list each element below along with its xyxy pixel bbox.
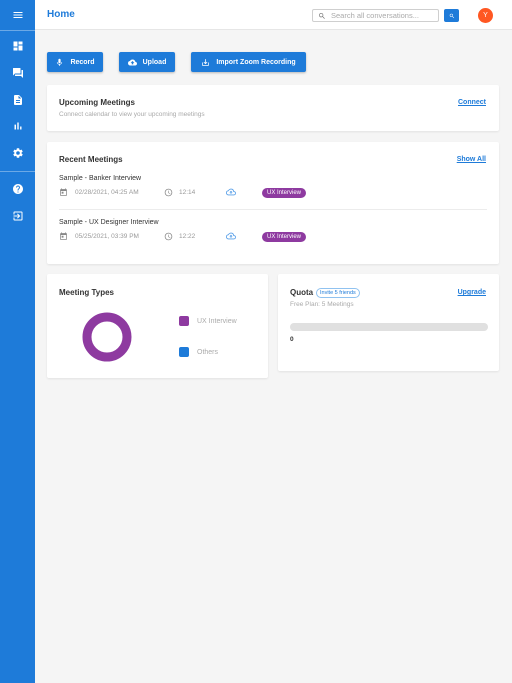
donut-slice-ux-interview (82, 312, 132, 362)
sidebar-item-documents[interactable] (0, 88, 35, 112)
quota-used-count: 0 (290, 336, 294, 343)
settings-icon (12, 148, 23, 158)
upgrade-link[interactable]: Upgrade (458, 289, 486, 296)
quota-title: Quota (290, 288, 314, 297)
sidebar-item-conversations[interactable] (0, 61, 35, 85)
upcoming-subtitle: Connect calendar to view your upcoming m… (59, 111, 205, 118)
invite-friends-badge[interactable]: Invite 5 friends (316, 288, 360, 298)
quota-plan: Free Plan: 5 Meetings (290, 301, 354, 308)
search-button[interactable] (444, 9, 459, 22)
meeting-date: 02/28/2021, 04:25 AM (75, 189, 139, 196)
chat-icon (12, 68, 23, 78)
document-icon (13, 95, 22, 105)
meeting-types-card: Meeting Types UX Interview Others (47, 274, 268, 378)
meeting-row[interactable]: Sample - UX Designer Interview 05/25/202… (59, 219, 487, 259)
recent-title: Recent Meetings (59, 155, 123, 164)
upcoming-title: Upcoming Meetings (59, 98, 136, 107)
legend-swatch-ux-interview (179, 316, 189, 326)
quota-progress-bar (290, 323, 488, 331)
cloud-upload-icon[interactable] (226, 231, 236, 241)
search-icon (319, 12, 325, 19)
sidebar (0, 0, 35, 683)
recent-meetings-card: Recent Meetings Show All Sample - Banker… (47, 142, 499, 264)
upload-label: Upload (142, 58, 167, 66)
meeting-types-donut (82, 312, 132, 362)
meeting-name: Sample - Banker Interview (59, 175, 142, 182)
microphone-icon (57, 58, 63, 66)
import-zoom-label: Import Zoom Recording (216, 58, 296, 66)
meeting-duration: 12:14 (179, 189, 196, 196)
meeting-duration: 12:22 (179, 233, 196, 240)
sidebar-divider (0, 171, 35, 172)
top-bar: Home Y (35, 0, 512, 30)
upcoming-meetings-card: Upcoming Meetings Connect calendar to vi… (47, 85, 499, 131)
download-icon (202, 58, 210, 66)
sidebar-item-analytics[interactable] (0, 114, 35, 138)
sidebar-item-logout[interactable] (0, 204, 35, 228)
dashboard-icon (13, 41, 22, 51)
quota-card: Quota Invite 5 friends Free Plan: 5 Meet… (278, 274, 499, 371)
sidebar-item-settings[interactable] (0, 141, 35, 165)
legend-label: Others (197, 349, 219, 356)
page-title: Home (47, 9, 75, 20)
clock-icon (164, 232, 173, 241)
connect-link[interactable]: Connect (458, 99, 486, 106)
sidebar-item-help[interactable] (0, 177, 35, 201)
upload-button[interactable]: Upload (119, 52, 175, 72)
meeting-tag: UX Interview (262, 188, 307, 198)
menu-button[interactable] (0, 3, 35, 27)
avatar[interactable]: Y (478, 8, 493, 23)
meeting-name: Sample - UX Designer Interview (59, 219, 159, 226)
meeting-types-title: Meeting Types (59, 288, 114, 297)
search-icon (449, 13, 454, 18)
record-button[interactable]: Record (47, 52, 103, 72)
meeting-date: 05/25/2021, 03:39 PM (75, 233, 139, 240)
cloud-upload-icon (127, 59, 137, 65)
menu-icon (13, 12, 22, 18)
search-input[interactable] (331, 11, 436, 20)
calendar-icon (60, 232, 67, 240)
help-icon (12, 184, 23, 194)
search-box (312, 9, 439, 22)
record-label: Record (70, 58, 95, 66)
meeting-tag: UX Interview (262, 232, 307, 242)
legend-label: UX Interview (197, 318, 237, 325)
cloud-upload-icon[interactable] (226, 187, 236, 197)
row-divider (59, 209, 487, 210)
bar-chart-icon (14, 122, 21, 130)
import-zoom-button[interactable]: Import Zoom Recording (191, 52, 306, 72)
logout-icon (13, 211, 22, 221)
clock-icon (164, 188, 173, 197)
sidebar-divider (0, 30, 35, 31)
show-all-link[interactable]: Show All (457, 156, 486, 163)
sidebar-item-dashboard[interactable] (0, 34, 35, 58)
legend-swatch-others (179, 347, 189, 357)
calendar-icon (60, 188, 67, 196)
